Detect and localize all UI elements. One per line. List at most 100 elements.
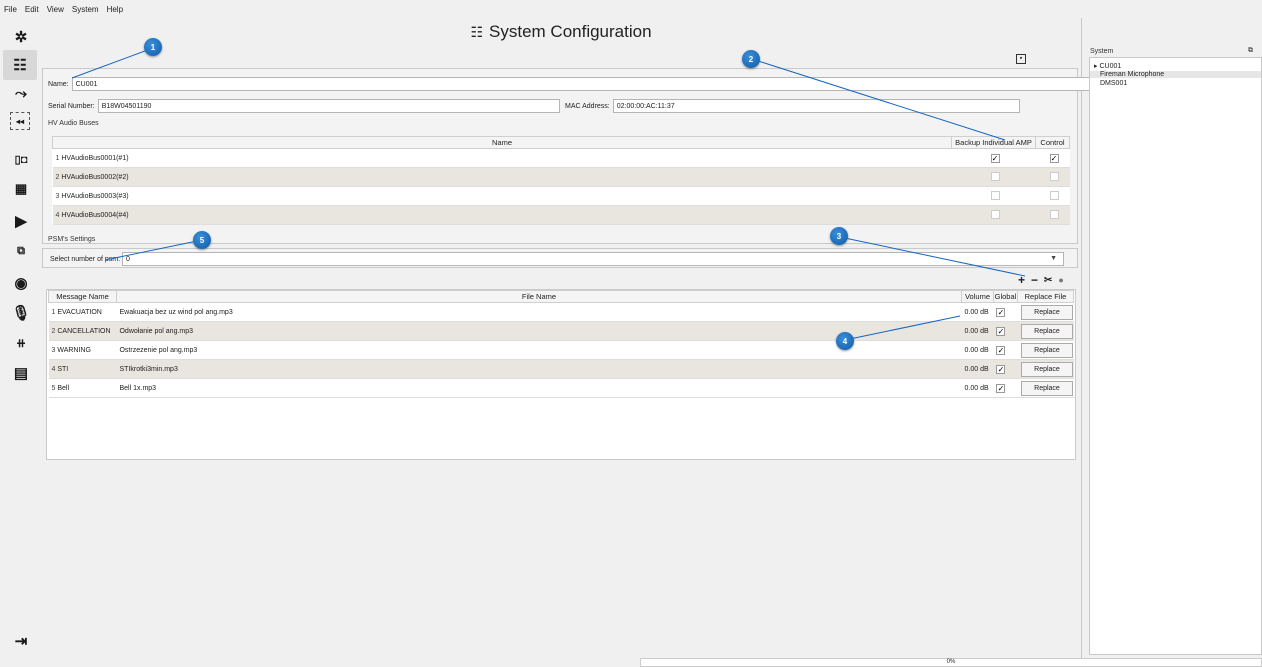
global-cell: ✓: [993, 321, 1018, 341]
volume[interactable]: 0.00 dB: [961, 302, 994, 322]
devices-icon[interactable]: ⧉: [10, 240, 32, 262]
col-name[interactable]: Name: [51, 136, 953, 149]
document-icon[interactable]: ▤: [10, 362, 32, 384]
table-row[interactable]: 2 CANCELLATION Odwołanie pol ang.mp3 0.0…: [48, 321, 1074, 341]
row-number: 1: [55, 154, 60, 162]
mac-label: MAC Address:: [565, 102, 610, 110]
menu-help[interactable]: Help: [107, 5, 123, 14]
volume[interactable]: 0.00 dB: [961, 321, 994, 341]
progress-text: 0%: [946, 659, 956, 665]
volume[interactable]: 0.00 dB: [961, 359, 994, 379]
info-icon[interactable]: ●: [1058, 275, 1063, 285]
hv-buses-table: Name Backup Individual AMP Control 1 HVA…: [51, 136, 1070, 225]
replace-button[interactable]: Replace: [1020, 323, 1073, 339]
bus-name: 1 HVAudioBus0001(#1): [52, 148, 952, 168]
serial-label: Serial Number:: [48, 102, 95, 110]
message-name-text: CANCELLATION: [57, 327, 111, 335]
file-name: Bell 1x.mp3: [116, 378, 962, 398]
col-message-name[interactable]: Message Name: [48, 290, 117, 303]
table-row[interactable]: 3 HVAudioBus0003(#3): [52, 186, 1070, 206]
monitor-icon[interactable]: ◉: [10, 272, 32, 294]
control-checkbox[interactable]: [1049, 209, 1059, 219]
global-cell: ✓: [993, 302, 1018, 322]
psm-select[interactable]: 0 ▼: [122, 252, 1065, 266]
mac-field[interactable]: 02:00:00:AC:11:37: [612, 99, 1020, 113]
control-checkbox[interactable]: [1049, 171, 1059, 181]
io-icon[interactable]: ▯◘: [10, 148, 32, 170]
message-name: 4 STI: [48, 359, 117, 379]
audio-zones-icon[interactable]: ◂◂: [10, 112, 30, 130]
global-checkbox[interactable]: ✓: [996, 364, 1006, 374]
bus-name-text: HVAudioBus0001(#1): [61, 154, 129, 162]
col-global[interactable]: Global: [992, 290, 1018, 303]
page-title: ☷ System Configuration: [40, 22, 1082, 42]
backup-checkbox[interactable]: ✓: [990, 153, 1000, 163]
tree-item[interactable]: DMS001: [1090, 80, 1127, 87]
backup-checkbox[interactable]: [990, 190, 1000, 200]
chevron-down-icon: ▼: [1050, 255, 1058, 262]
tree-item[interactable]: Fireman Microphone: [1090, 71, 1261, 78]
menu-system[interactable]: System: [72, 5, 99, 14]
table-row[interactable]: 1 HVAudioBus0001(#1) ✓ ✓: [52, 148, 1070, 168]
row-number: 5: [51, 384, 56, 392]
table-row[interactable]: 4 STI STIkrotki3min.mp3 0.00 dB ✓ Replac…: [48, 359, 1074, 379]
global-checkbox[interactable]: ✓: [996, 345, 1006, 355]
gear-icon[interactable]: ✲: [10, 26, 32, 48]
file-name: Ostrzezenie pol ang.mp3: [116, 340, 962, 360]
backup-checkbox[interactable]: [990, 209, 1000, 219]
backup-checkbox[interactable]: [990, 171, 1000, 181]
col-volume[interactable]: Volume: [961, 290, 994, 303]
backup-cell: [951, 167, 1036, 187]
message-name-text: STI: [57, 365, 69, 373]
matrix-icon[interactable]: ▦: [10, 178, 32, 200]
global-checkbox[interactable]: ✓: [996, 326, 1006, 336]
message-name-text: WARNING: [57, 346, 91, 354]
control-checkbox[interactable]: [1049, 190, 1059, 200]
mac-row: MAC Address: 02:00:00:AC:11:37: [565, 99, 1020, 113]
replace-button[interactable]: Replace: [1020, 361, 1073, 377]
name-label: Name:: [48, 80, 69, 88]
volume[interactable]: 0.00 dB: [961, 378, 994, 398]
serial-field[interactable]: B18W04501190: [97, 99, 560, 113]
menu-view[interactable]: View: [47, 5, 64, 14]
replace-button[interactable]: Replace: [1020, 342, 1073, 358]
clear-icon[interactable]: ✂: [1044, 275, 1052, 286]
menu-edit[interactable]: Edit: [25, 5, 39, 14]
control-checkbox[interactable]: ✓: [1049, 153, 1059, 163]
name-field[interactable]: CU001: [71, 77, 1097, 91]
table-row[interactable]: 3 WARNING Ostrzezenie pol ang.mp3 0.00 d…: [48, 340, 1074, 360]
replace-button[interactable]: Replace: [1020, 304, 1073, 320]
logout-icon[interactable]: ⇥: [10, 630, 32, 652]
table-row[interactable]: 4 HVAudioBus0004(#4): [52, 205, 1070, 225]
table-row[interactable]: 1 EVACUATION Ewakuacja bez uz wind pol a…: [48, 302, 1074, 322]
routing-icon[interactable]: ⤳: [10, 82, 32, 104]
backup-cell: ✓: [951, 148, 1036, 168]
global-checkbox[interactable]: ✓: [996, 307, 1006, 317]
add-icon[interactable]: +: [1018, 273, 1025, 287]
remove-icon[interactable]: −: [1031, 273, 1038, 287]
system-config-icon[interactable]: ☷: [3, 50, 37, 80]
psm-section-label: PSM's Settings: [48, 236, 96, 243]
volume[interactable]: 0.00 dB: [961, 340, 994, 360]
table-row[interactable]: 2 HVAudioBus0002(#2): [52, 167, 1070, 187]
tree-item-label: CU001: [1099, 63, 1122, 70]
detach-icon[interactable]: ▪: [1016, 54, 1026, 64]
col-control[interactable]: Control: [1035, 136, 1070, 149]
table-row[interactable]: 5 Bell Bell 1x.mp3 0.00 dB ✓ Replace: [48, 378, 1074, 398]
col-replace[interactable]: Replace File: [1016, 290, 1075, 303]
hv-section-label: HV Audio Buses: [48, 120, 99, 127]
playlist-icon[interactable]: ▶: [10, 210, 32, 232]
control-cell: [1035, 186, 1070, 206]
main-panel: ☷ System Configuration ▪ Name: CU001 Seri…: [40, 18, 1097, 658]
col-backup[interactable]: Backup Individual AMP: [951, 136, 1036, 149]
tree-item[interactable]: ▸ CU001: [1090, 62, 1121, 70]
menu-file[interactable]: File: [4, 5, 17, 14]
amplifier-icon[interactable]: ⧺: [10, 332, 32, 354]
control-cell: [1035, 167, 1070, 187]
replace-button[interactable]: Replace: [1020, 380, 1073, 396]
global-checkbox[interactable]: ✓: [996, 383, 1006, 393]
col-file-name[interactable]: File Name: [115, 290, 963, 303]
menu-bar: File Edit View System Help: [0, 0, 1262, 18]
panel-float-icon[interactable]: ⧉: [1248, 47, 1253, 55]
microphone-icon[interactable]: 🎙: [10, 302, 32, 324]
